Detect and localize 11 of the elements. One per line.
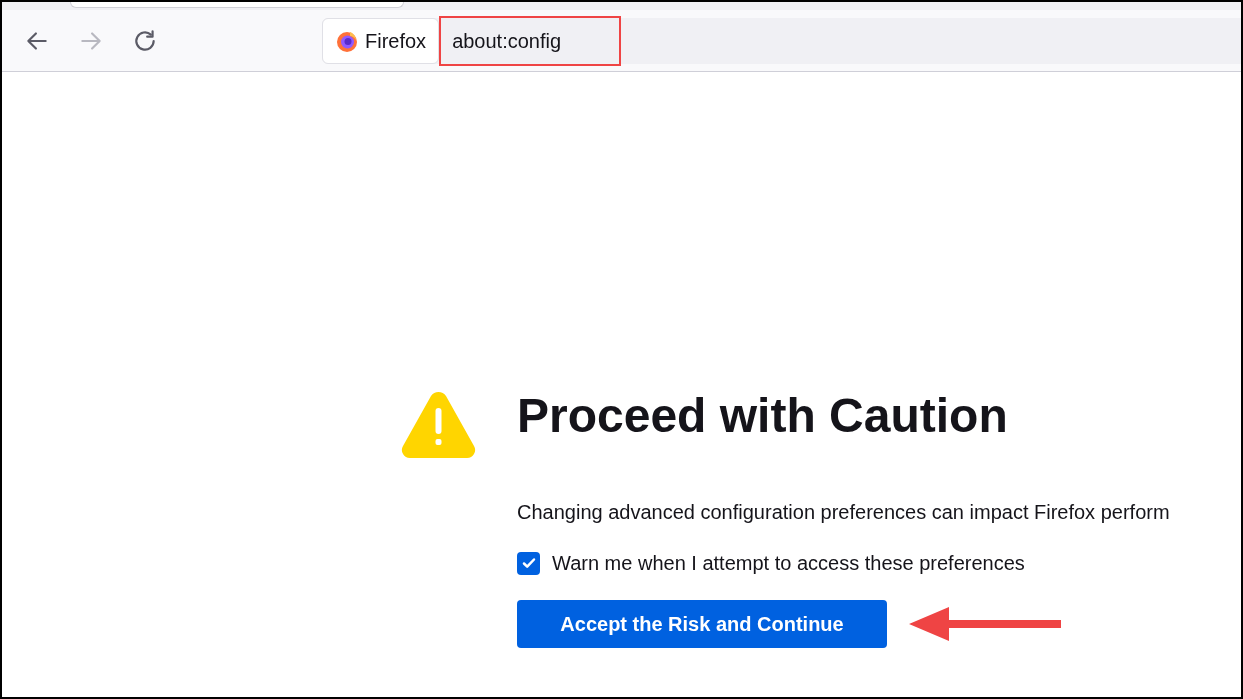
identity-box[interactable]: Firefox (322, 17, 440, 64)
reload-icon[interactable] (132, 27, 158, 54)
accept-button[interactable]: Accept the Risk and Continue (517, 600, 887, 648)
page-title: Proceed with Caution (517, 388, 1009, 444)
address-bar[interactable]: Firefox about:config (322, 17, 1241, 64)
identity-label: Firefox (365, 28, 427, 54)
url-field[interactable]: about:config (439, 15, 622, 66)
checkbox-label: Warn me when I attempt to access these preferences (552, 551, 1025, 576)
checkmark-icon (520, 555, 537, 571)
description-text: Changing advanced configuration preferences can impact Firefox perform (517, 500, 1170, 525)
checkbox[interactable] (517, 551, 540, 575)
